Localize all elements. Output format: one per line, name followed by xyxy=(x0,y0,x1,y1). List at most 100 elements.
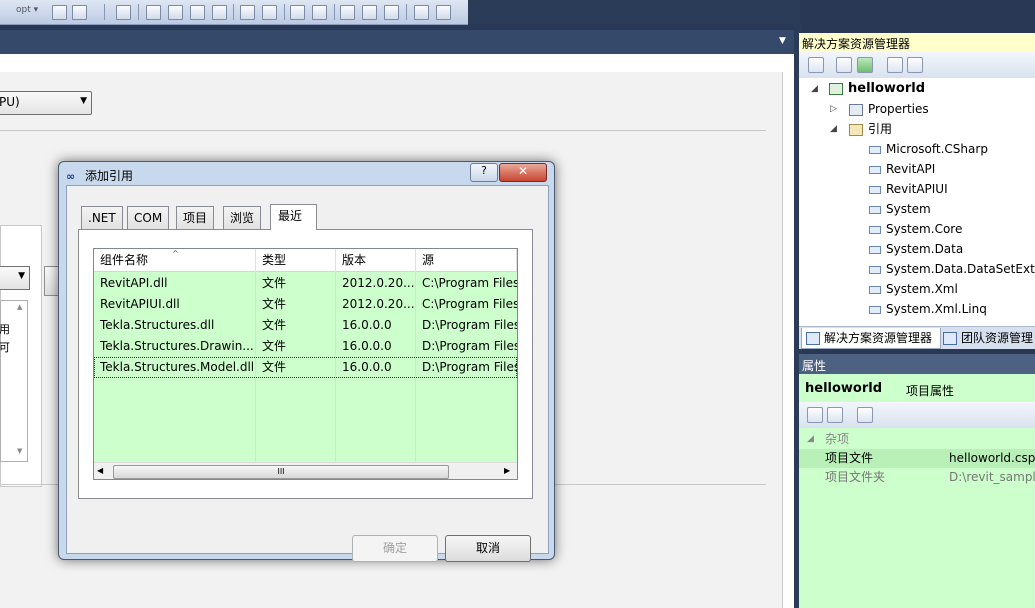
refresh-icon[interactable] xyxy=(857,57,873,73)
property-value: D:\revit_sample xyxy=(949,470,1035,484)
reference-list[interactable]: ^ 组件名称 类型 版本 源 RevitAPI.dll 文件 2012.0.20… xyxy=(93,248,518,480)
cell-name: RevitAPIUI.dll xyxy=(100,297,180,311)
platform-select[interactable]: PU) ▼ xyxy=(0,91,92,115)
column-header-name[interactable]: ^ 组件名称 xyxy=(94,249,256,271)
same-width-icon[interactable] xyxy=(290,5,305,20)
add-reference-dialog: ∞ 添加引用 ? ✕ .NET COM 项目 浏览 最近 ^ 组件名称 类型 版… xyxy=(58,161,555,562)
view-code-icon[interactable] xyxy=(887,57,903,73)
tab-com[interactable]: COM xyxy=(127,206,170,229)
spacing-icon[interactable] xyxy=(340,5,355,20)
tree-node-reference[interactable]: System.Xml.Linq xyxy=(869,299,987,319)
toolbar-separator xyxy=(138,4,139,20)
tab-dotnet[interactable]: .NET xyxy=(81,206,123,229)
ok-button[interactable]: 确定 xyxy=(352,535,438,562)
alphabetical-icon[interactable] xyxy=(827,407,843,423)
cancel-button[interactable]: 取消 xyxy=(445,535,531,562)
cell-version: 16.0.0.0 xyxy=(342,339,392,353)
table-row[interactable]: Tekla.Structures.Drawin... 文件 16.0.0.0 D… xyxy=(94,336,517,357)
table-row[interactable]: Tekla.Structures.dll 文件 16.0.0.0 D:\Prog… xyxy=(94,315,517,336)
help-button[interactable]: ? xyxy=(470,163,498,182)
align-top-icon[interactable] xyxy=(190,5,205,20)
tree-node-properties[interactable]: Properties xyxy=(849,99,929,119)
property-name: 项目文件 xyxy=(825,451,874,465)
properties-object-selector[interactable]: helloworld 项目属性 xyxy=(799,374,1035,403)
tree-node-reference[interactable]: RevitAPI xyxy=(869,159,935,179)
tree-label: System.Core xyxy=(886,222,963,236)
properties-icon[interactable] xyxy=(808,57,824,73)
tab-solution-explorer[interactable]: 解决方案资源管理器 xyxy=(801,328,941,349)
property-pages-icon[interactable] xyxy=(857,407,873,423)
tab-projects[interactable]: 项目 xyxy=(176,206,215,229)
tab-team-explorer[interactable]: 团队资源管理 xyxy=(939,328,1035,348)
crop-icon[interactable] xyxy=(436,5,451,20)
tree-label: System.Data xyxy=(886,242,964,256)
cell-source: D:\Program Files xyxy=(422,360,517,374)
property-row[interactable]: 项目文件 helloworld.cspr xyxy=(799,449,1035,468)
tab-overflow-icon[interactable]: ▼ xyxy=(779,36,786,46)
pointer-tool-icon[interactable] xyxy=(52,5,67,20)
expand-icon[interactable]: ▷ xyxy=(830,104,837,114)
column-header-type[interactable]: 类型 xyxy=(256,249,336,271)
properties-folder-icon xyxy=(849,103,863,116)
tree-node-project[interactable]: helloworld xyxy=(829,79,925,99)
close-button[interactable]: ✕ xyxy=(499,163,547,182)
table-row[interactable]: RevitAPI.dll 文件 2012.0.20... C:\Program … xyxy=(94,273,517,294)
scroll-right-icon[interactable]: ▶ xyxy=(504,466,510,475)
align-left-icon[interactable] xyxy=(146,5,161,20)
tree-node-references[interactable]: 引用 xyxy=(849,119,892,139)
scrollbar-thumb[interactable]: III xyxy=(113,465,449,479)
tree-node-reference[interactable]: System xyxy=(869,199,931,219)
tree-node-reference[interactable]: System.Data.DataSetExten xyxy=(869,259,1035,279)
left-dropdown[interactable]: ▼ xyxy=(0,266,30,290)
tab-browse[interactable]: 浏览 xyxy=(223,206,262,229)
form-icon[interactable] xyxy=(116,5,131,20)
scroll-down-icon[interactable]: ▼ xyxy=(17,447,22,455)
table-row-selected[interactable]: Tekla.Structures.Model.dll 文件 16.0.0.0 D… xyxy=(94,357,517,378)
property-row[interactable]: 项目文件夹 D:\revit_sample xyxy=(799,468,1035,487)
same-height-icon[interactable] xyxy=(312,5,327,20)
category-row[interactable]: ◢ 杂项 xyxy=(799,430,1035,449)
tree-node-reference[interactable]: System.Data xyxy=(869,239,963,259)
tab-recent[interactable]: 最近 xyxy=(270,204,318,230)
show-all-files-icon[interactable] xyxy=(836,57,852,73)
opt-dropdown[interactable]: opt ▾ xyxy=(16,5,38,15)
tree-node-reference[interactable]: System.Xml xyxy=(869,279,958,299)
cell-version: 16.0.0.0 xyxy=(342,360,392,374)
scroll-left-icon[interactable]: ◀ xyxy=(97,466,103,475)
cell-name: RevitAPI.dll xyxy=(100,276,168,290)
toolbar: opt ▾ xyxy=(0,0,468,25)
tree-node-reference[interactable]: System.Core xyxy=(869,219,962,239)
horizontal-scrollbar[interactable]: ◀ III ▶ xyxy=(94,462,517,479)
center-horizontal-icon[interactable] xyxy=(240,5,255,20)
align-bottom-icon[interactable] xyxy=(212,5,227,20)
categorized-icon[interactable] xyxy=(807,407,823,423)
tree-label: Properties xyxy=(868,102,929,116)
left-listbox[interactable]: 用 可 ▲ ▼ xyxy=(0,300,28,462)
document-tool-icon[interactable] xyxy=(72,5,87,20)
cell-version: 16.0.0.0 xyxy=(342,318,392,332)
property-value: helloworld.cspr xyxy=(949,451,1035,465)
column-header-version[interactable]: 版本 xyxy=(336,249,416,271)
collapse-icon[interactable]: ◢ xyxy=(807,430,814,449)
size-icon[interactable] xyxy=(362,5,377,20)
tree-node-reference[interactable]: RevitAPIUI xyxy=(869,179,948,199)
center-vertical-icon[interactable] xyxy=(262,5,277,20)
chevron-down-icon: ▼ xyxy=(18,271,25,281)
tree-node-reference[interactable]: Microsoft.CSharp xyxy=(869,139,988,159)
align-right-icon[interactable] xyxy=(168,5,183,20)
collapse-icon[interactable]: ◢ xyxy=(830,124,837,134)
platform-select-value: PU) xyxy=(0,95,20,109)
list-header: ^ 组件名称 类型 版本 源 xyxy=(94,249,517,272)
grid-icon[interactable] xyxy=(414,5,429,20)
properties-toolbar xyxy=(799,402,1035,428)
category-label: 杂项 xyxy=(825,432,850,446)
class-diagram-icon[interactable] xyxy=(907,57,923,73)
reference-icon xyxy=(869,245,881,254)
collapse-icon[interactable]: ◢ xyxy=(811,84,818,94)
group-icon[interactable] xyxy=(384,5,399,20)
property-grid: ◢ 杂项 项目文件 helloworld.cspr 项目文件夹 D:\revit… xyxy=(799,428,1035,608)
column-header-source[interactable]: 源 xyxy=(416,249,517,271)
table-row[interactable]: RevitAPIUI.dll 文件 2012.0.20... C:\Progra… xyxy=(94,294,517,315)
toolbar-separator xyxy=(284,4,285,20)
scroll-up-icon[interactable]: ▲ xyxy=(17,303,22,311)
